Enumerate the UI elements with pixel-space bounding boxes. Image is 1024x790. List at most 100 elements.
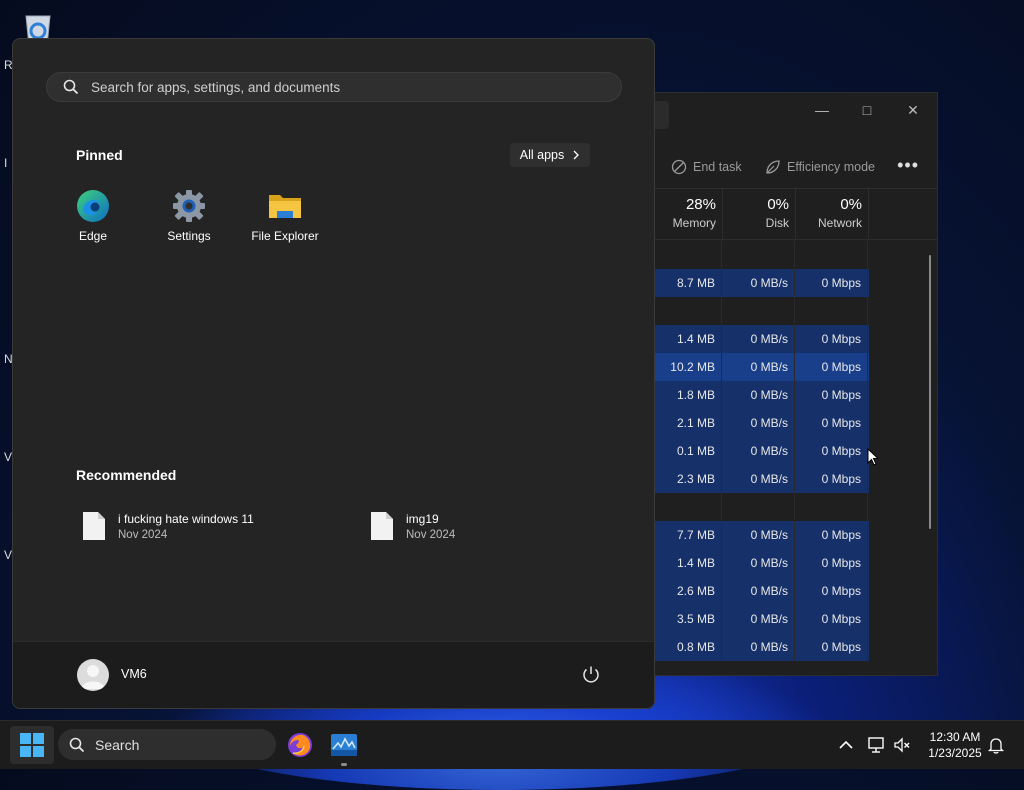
disk-cell: 0 MB/s	[722, 633, 795, 661]
process-row[interactable]	[653, 241, 869, 269]
process-row[interactable]: 2.1 MB 0 MB/s 0 Mbps	[653, 409, 869, 437]
recommended-item[interactable]: img19 Nov 2024	[370, 511, 455, 543]
process-row[interactable]	[653, 493, 869, 521]
network-percent: 0%	[840, 196, 862, 213]
clock-date: 1/23/2025	[928, 746, 982, 760]
settings-gear-icon	[172, 189, 206, 223]
pinned-app-file-explorer[interactable]: File Explorer	[240, 189, 330, 243]
memory-cell	[653, 297, 722, 325]
network-cell: 0 Mbps	[795, 409, 868, 437]
end-task-icon	[671, 159, 687, 175]
disk-cell: 0 MB/s	[722, 549, 795, 577]
pinned-app-settings[interactable]: Settings	[144, 189, 234, 243]
memory-cell: 1.4 MB	[653, 325, 722, 353]
document-icon	[371, 512, 393, 540]
process-row[interactable]	[653, 297, 869, 325]
process-row[interactable]: 2.6 MB 0 MB/s 0 Mbps	[653, 577, 869, 605]
process-row[interactable]: 0.8 MB 0 MB/s 0 Mbps	[653, 633, 869, 661]
search-icon	[63, 79, 79, 95]
network-icon[interactable]	[866, 735, 886, 755]
network-cell: 0 Mbps	[795, 521, 868, 549]
process-row[interactable]: 3.5 MB 0 MB/s 0 Mbps	[653, 605, 869, 633]
column-header-disk[interactable]: 0% Disk	[722, 189, 796, 239]
settings-label: Settings	[167, 229, 211, 243]
start-menu-footer: VM6	[13, 641, 654, 708]
scrollbar[interactable]	[929, 255, 931, 529]
folder-icon	[268, 189, 302, 223]
disk-cell: 0 MB/s	[722, 605, 795, 633]
user-avatar[interactable]	[77, 659, 109, 691]
desktop-label-fragment: V	[4, 450, 13, 464]
task-manager-window[interactable]: — □ ✕ End task Efficiency mode ••• 28% M…	[652, 92, 938, 676]
disk-cell: 0 MB/s	[722, 465, 795, 493]
network-cell: 0 Mbps	[795, 605, 868, 633]
network-cell: 0 Mbps	[795, 269, 868, 297]
network-cell: 0 Mbps	[795, 437, 868, 465]
taskbar: Search 12:30 AM 1/23/2025	[0, 720, 1024, 769]
memory-cell	[653, 241, 722, 269]
maximize-button[interactable]: □	[852, 99, 882, 121]
start-search-input[interactable]	[89, 78, 593, 96]
disk-percent: 0%	[767, 196, 789, 213]
more-options-icon[interactable]: •••	[897, 155, 919, 176]
process-row[interactable]: 1.4 MB 0 MB/s 0 Mbps	[653, 325, 869, 353]
leaf-icon	[766, 160, 780, 174]
power-icon[interactable]	[580, 664, 602, 686]
pinned-title: Pinned	[76, 147, 123, 163]
disk-cell: 0 MB/s	[722, 325, 795, 353]
edge-label: Edge	[78, 229, 108, 243]
network-cell: 0 Mbps	[795, 549, 868, 577]
pinned-app-edge[interactable]: Edge	[48, 189, 138, 243]
chevron-up-icon[interactable]	[836, 735, 856, 755]
notification-bell-icon[interactable]	[986, 735, 1006, 755]
process-row[interactable]: 1.8 MB 0 MB/s 0 Mbps	[653, 381, 869, 409]
memory-percent: 28%	[685, 196, 716, 213]
start-menu: Pinned All apps Edge	[12, 38, 655, 709]
recommended-item-name: i fucking hate windows 11	[118, 512, 254, 526]
minimize-button[interactable]: —	[807, 99, 837, 121]
task-manager-toolbar: End task Efficiency mode •••	[653, 153, 937, 183]
process-row[interactable]: 8.7 MB 0 MB/s 0 Mbps	[653, 269, 869, 297]
close-button[interactable]: ✕	[898, 99, 928, 121]
efficiency-mode-label: Efficiency mode	[787, 160, 876, 174]
recommended-title: Recommended	[76, 467, 177, 483]
all-apps-label: All apps	[519, 148, 565, 162]
efficiency-mode-button[interactable]: Efficiency mode	[765, 159, 875, 175]
process-row[interactable]: 1.4 MB 0 MB/s 0 Mbps	[653, 549, 869, 577]
process-row[interactable]: 7.7 MB 0 MB/s 0 Mbps	[653, 521, 869, 549]
column-header-memory[interactable]: 28% Memory	[653, 189, 723, 239]
process-row[interactable]: 0.1 MB 0 MB/s 0 Mbps	[653, 437, 869, 465]
network-cell	[795, 297, 868, 325]
desktop-label-fragment: V	[4, 548, 13, 562]
mouse-cursor-icon	[867, 448, 879, 466]
process-list: 8.7 MB 0 MB/s 0 Mbps 1.4 MB 0 MB/s 0 Mbps 10.2…	[653, 241, 869, 661]
end-task-label: End task	[693, 160, 742, 174]
taskbar-search-label: Search	[95, 736, 140, 753]
firefox-icon[interactable]	[284, 729, 316, 761]
taskbar-search[interactable]: Search	[58, 729, 276, 760]
all-apps-button[interactable]: All apps	[510, 143, 590, 167]
task-manager-taskbar-icon[interactable]	[328, 729, 360, 761]
desktop-label-fragment: I	[4, 156, 8, 170]
process-row[interactable]: 2.3 MB 0 MB/s 0 Mbps	[653, 465, 869, 493]
network-cell: 0 Mbps	[795, 353, 868, 381]
memory-cell: 8.7 MB	[653, 269, 722, 297]
user-name[interactable]: VM6	[121, 667, 147, 681]
process-row[interactable]: 10.2 MB 0 MB/s 0 Mbps	[653, 353, 869, 381]
disk-cell	[722, 297, 795, 325]
start-search-box[interactable]	[46, 72, 622, 102]
task-manager-search[interactable]	[653, 101, 669, 129]
start-button[interactable]	[10, 726, 54, 764]
column-header-network[interactable]: 0% Network	[795, 189, 869, 239]
network-cell: 0 Mbps	[795, 381, 868, 409]
disk-cell: 0 MB/s	[722, 353, 795, 381]
disk-cell	[722, 493, 795, 521]
end-task-button[interactable]: End task	[671, 159, 742, 175]
memory-cell: 1.8 MB	[653, 381, 722, 409]
user-icon	[81, 665, 105, 689]
chevron-right-icon	[573, 150, 580, 160]
volume-muted-icon[interactable]	[892, 735, 912, 755]
recommended-item[interactable]: i fucking hate windows 11 Nov 2024	[82, 511, 254, 543]
system-clock[interactable]: 12:30 AM 1/23/2025	[915, 729, 995, 761]
document-icon	[83, 512, 105, 540]
